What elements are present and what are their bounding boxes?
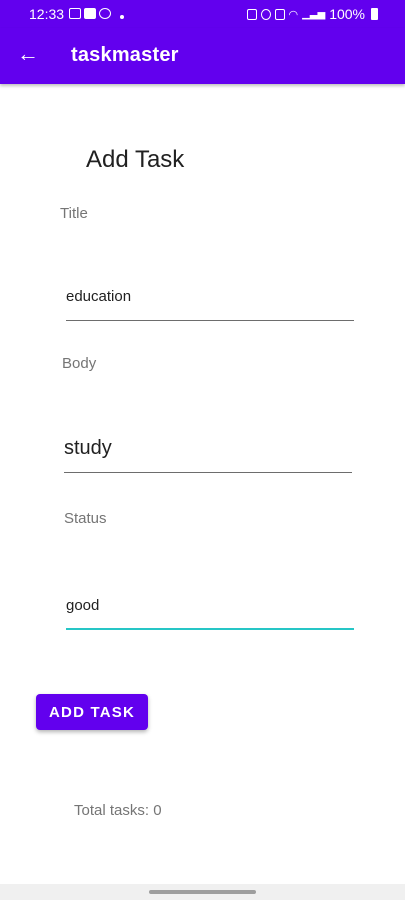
body-label: Body [62, 355, 97, 372]
body-underline [64, 472, 352, 473]
alarm-icon [260, 8, 271, 20]
add-task-button[interactable]: ADD TASK [36, 694, 148, 730]
whatsapp-icon [99, 8, 111, 19]
status-underline [66, 628, 354, 630]
status-right: ◠ ▁▃▅ 100% [246, 6, 378, 22]
title-input[interactable] [66, 285, 354, 307]
title-label: Title [60, 205, 88, 222]
battery-percent: 100% [329, 6, 365, 22]
page-heading: Add Task [86, 146, 185, 173]
battery-icon [371, 8, 378, 20]
notification-icons [69, 8, 124, 26]
status-input[interactable] [66, 594, 354, 616]
back-arrow-icon[interactable]: ← [16, 42, 40, 66]
more-notifications-icon [120, 14, 124, 19]
title-underline [66, 320, 354, 321]
youtube-icon [84, 8, 96, 19]
mute-icon [274, 8, 285, 20]
status-bar: 12:33 ◠ ▁▃▅ 100% [0, 0, 405, 28]
status-label: Status [64, 510, 107, 527]
home-gesture-handle[interactable] [149, 890, 256, 894]
app-title: taskmaster [71, 44, 179, 66]
body-input[interactable] [64, 435, 352, 461]
gallery-icon [69, 8, 81, 19]
wifi-icon: ◠ [288, 8, 299, 21]
app-bar: ← taskmaster [0, 28, 405, 84]
lock-icon [246, 8, 257, 20]
status-time: 12:33 [29, 6, 65, 22]
signal-icon: ▁▃▅ [302, 8, 326, 20]
navigation-bar [0, 884, 405, 900]
total-tasks-text: Total tasks: 0 [74, 802, 162, 819]
